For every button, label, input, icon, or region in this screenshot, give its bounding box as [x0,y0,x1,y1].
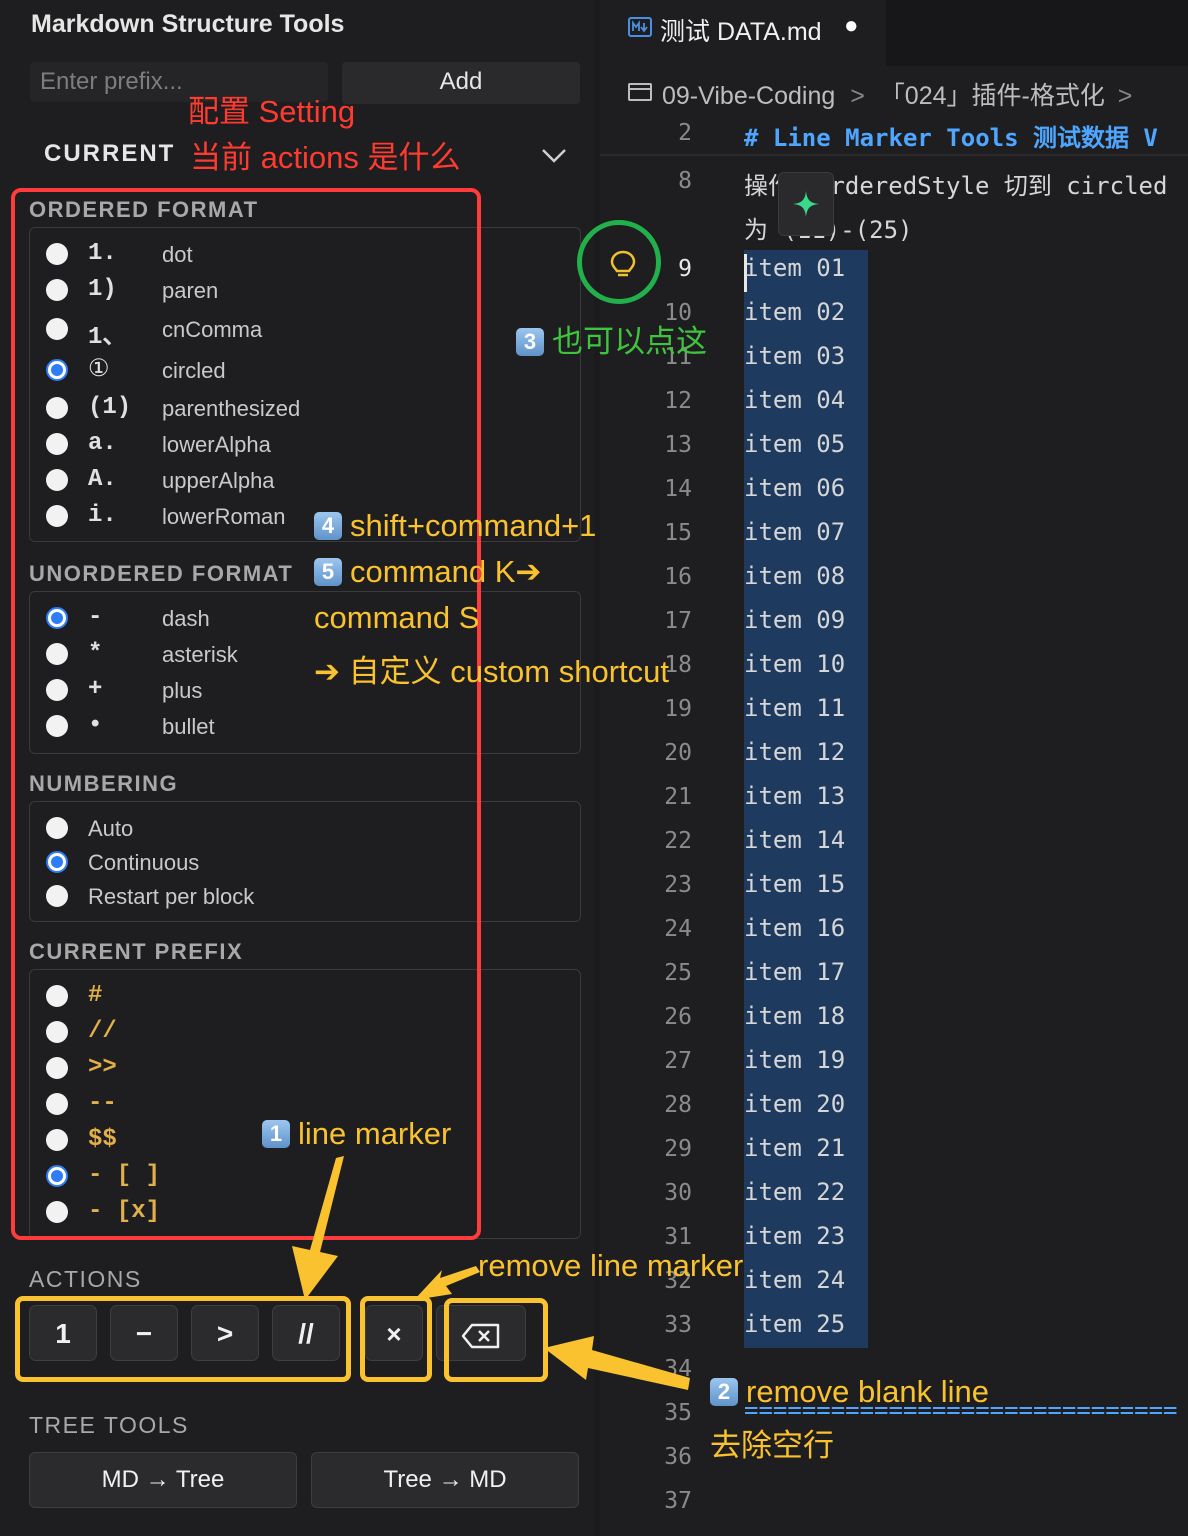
arrow-remove-marker [414,1266,480,1300]
arrow-remove-blank [544,1336,690,1390]
annotation-arrows [292,1156,690,1390]
arrow-line-marker [292,1156,344,1300]
